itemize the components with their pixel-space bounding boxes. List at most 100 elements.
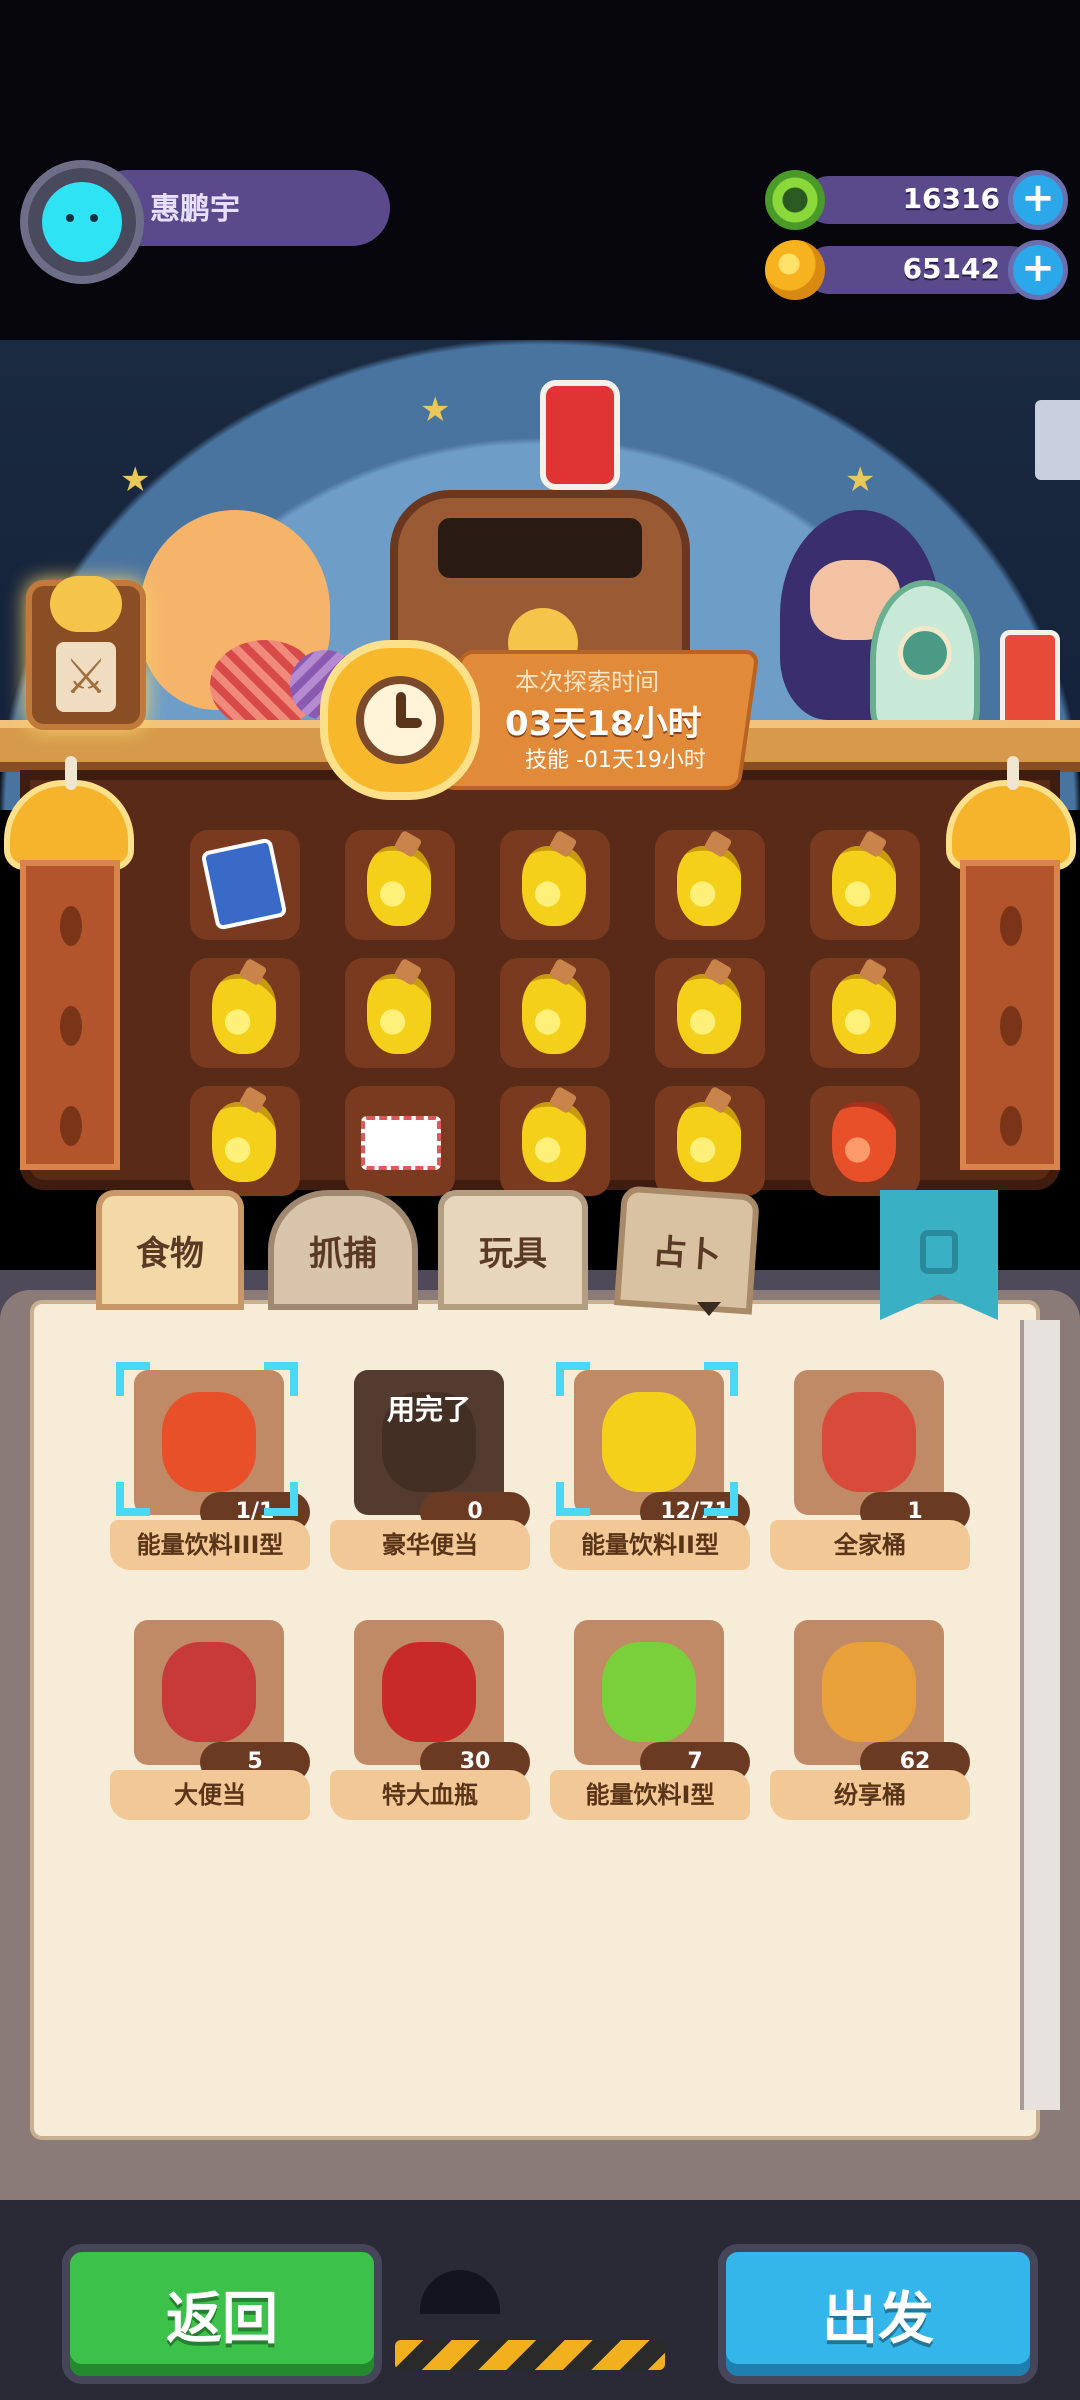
item-card[interactable]: 7 能量饮料I型 <box>550 1620 750 1825</box>
yellow-bottle-icon <box>212 1102 276 1182</box>
backpack-slot[interactable] <box>810 958 920 1068</box>
yellow-bottle-icon <box>677 846 741 926</box>
rocket-icon <box>870 580 980 740</box>
backpack-slot[interactable] <box>345 1086 455 1196</box>
item-card[interactable]: 1/1 能量饮料III型 <box>110 1362 310 1575</box>
selection-corner <box>116 1482 150 1516</box>
yellow-bottle-icon <box>522 974 586 1054</box>
side-banner-right <box>960 860 1060 1170</box>
yellow-bottle-icon <box>212 974 276 1054</box>
yellow-bottle-icon <box>832 846 896 926</box>
active-tab-indicator <box>697 1302 721 1316</box>
bag-icon <box>920 1230 958 1274</box>
backpack-slot[interactable] <box>655 1086 765 1196</box>
currency-value: 16316 <box>902 182 1000 215</box>
item-icon <box>602 1392 696 1492</box>
backpack-slot[interactable] <box>500 830 610 940</box>
item-name: 全家桶 <box>770 1520 970 1570</box>
currency-green-gems: 16316 + <box>765 170 1070 230</box>
tab-label: 食物 <box>136 1233 204 1274</box>
star-icon: ★ <box>120 460 151 500</box>
backpack-item-grid <box>190 830 920 1196</box>
item-icon <box>162 1392 256 1492</box>
player-profile[interactable]: 惠鹏宇 <box>20 160 390 284</box>
backpack-slot[interactable] <box>345 830 455 940</box>
book-page-edge <box>1020 1320 1060 2110</box>
clip-icon[interactable] <box>1035 400 1080 480</box>
item-icon <box>602 1642 696 1742</box>
tab-label: 占卜 <box>651 1231 723 1276</box>
backpack-slot[interactable] <box>190 830 300 940</box>
selection-corner <box>264 1482 298 1516</box>
back-button[interactable]: 返回 <box>62 2244 382 2384</box>
currency-gold-coins: 65142 + <box>765 240 1070 300</box>
card-icon <box>200 837 288 931</box>
item-card[interactable]: 62 纷享桶 <box>770 1620 970 1825</box>
rocket-window <box>898 626 952 680</box>
timer-skill-reduction: 技能 -01天19小时 <box>525 748 706 773</box>
item-card[interactable]: 12/71 能量饮料II型 <box>550 1362 750 1575</box>
currency-value: 65142 <box>902 252 1000 285</box>
backpack-slot[interactable] <box>810 1086 920 1196</box>
backpack-slot[interactable] <box>655 958 765 1068</box>
item-name: 纷享桶 <box>770 1770 970 1820</box>
backpack-slot[interactable] <box>655 830 765 940</box>
depart-button[interactable]: 出发 <box>718 2244 1038 2384</box>
hazard-stripe <box>395 2340 665 2370</box>
item-card[interactable]: 用完了 0 豪华便当 <box>330 1370 530 1575</box>
selection-corner <box>556 1482 590 1516</box>
yellow-bottle-icon <box>832 974 896 1054</box>
backpack-flap <box>438 518 642 578</box>
tab-catch[interactable]: 抓捕 <box>268 1190 418 1310</box>
yellow-bottle-icon <box>677 974 741 1054</box>
selection-corner <box>116 1362 150 1396</box>
backpack-slot[interactable] <box>810 830 920 940</box>
selection-corner <box>556 1362 590 1396</box>
selection-corner <box>704 1482 738 1516</box>
tab-label: 抓捕 <box>309 1233 377 1274</box>
gold-coin-icon <box>765 240 825 300</box>
blurred-hint-text <box>225 2002 985 2042</box>
item-icon <box>822 1642 916 1742</box>
selection-corner <box>704 1362 738 1396</box>
yellow-bottle-icon <box>367 846 431 926</box>
item-name: 能量饮料I型 <box>550 1770 750 1820</box>
tab-toy[interactable]: 玩具 <box>438 1190 588 1310</box>
cat-avatar-icon <box>42 182 122 262</box>
item-name: 豪华便当 <box>330 1520 530 1570</box>
letter-icon <box>361 1116 441 1170</box>
add-coins-button[interactable]: + <box>1008 240 1068 300</box>
player-name: 惠鹏宇 <box>150 192 240 227</box>
yellow-bottle-icon <box>522 846 586 926</box>
star-icon: ★ <box>420 390 451 430</box>
item-icon <box>382 1642 476 1742</box>
backpack-slot[interactable] <box>190 1086 300 1196</box>
item-card[interactable]: 1 全家桶 <box>770 1370 970 1575</box>
exploration-timer: 本次探索时间 03天18小时 技能 -01天19小时 <box>320 640 770 810</box>
item-name: 能量饮料II型 <box>550 1520 750 1570</box>
selection-corner <box>264 1362 298 1396</box>
backpack-slot[interactable] <box>345 958 455 1068</box>
yellow-bottle-icon <box>367 974 431 1054</box>
item-card[interactable]: 5 大便当 <box>110 1620 310 1825</box>
backpack-slot[interactable] <box>190 958 300 1068</box>
timer-label: 本次探索时间 <box>515 668 659 696</box>
potion-bottle-icon <box>540 380 620 490</box>
side-banner-left <box>20 860 120 1170</box>
potion-bottle-icon <box>1000 630 1060 730</box>
item-icon <box>162 1642 256 1742</box>
sword-badge-button[interactable]: ⚔ <box>26 576 146 730</box>
tab-label: 玩具 <box>479 1233 547 1274</box>
exploration-scene: ★ ★ ★ ⚔ 本次探索时间 03天18小时 技能 -01天19小时 <box>0 340 1080 1300</box>
item-icon <box>822 1392 916 1492</box>
add-gems-button[interactable]: + <box>1008 170 1068 230</box>
avatar[interactable] <box>20 160 144 284</box>
timer-time: 03天18小时 <box>505 704 702 744</box>
clock-icon <box>320 640 480 800</box>
backpack-slot[interactable] <box>500 958 610 1068</box>
yellow-bottle-icon <box>677 1102 741 1182</box>
tab-divination[interactable]: 占卜 <box>613 1185 761 1315</box>
item-card[interactable]: 30 特大血瓶 <box>330 1620 530 1825</box>
tab-food[interactable]: 食物 <box>96 1190 244 1310</box>
backpack-slot[interactable] <box>500 1086 610 1196</box>
